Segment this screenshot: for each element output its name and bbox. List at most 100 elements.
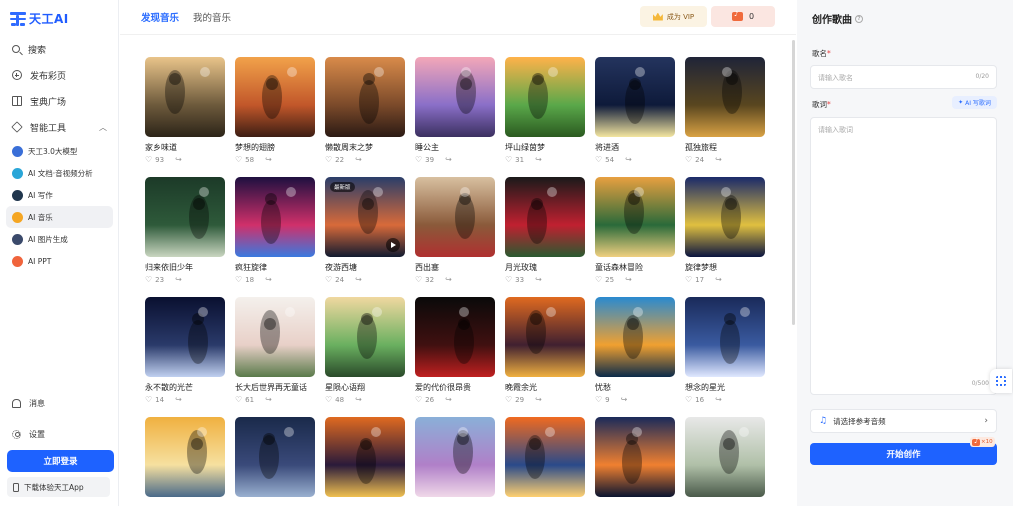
floating-assistant-icon[interactable]: [990, 369, 1012, 393]
song-cover[interactable]: [415, 297, 495, 377]
song-card[interactable]: 永不散的光芒 ♡ 14 ↪: [145, 297, 225, 404]
song-card[interactable]: 想念的星光 ♡ 16 ↪: [685, 297, 765, 404]
song-card[interactable]: 旋律梦想 ♡ 17 ↪: [685, 177, 765, 284]
song-card[interactable]: 西出塞 ♡ 32 ↪: [415, 177, 495, 284]
ai-write-lyrics-button[interactable]: ✦ AI 写歌词: [952, 96, 997, 109]
chevron-up-icon[interactable]: ︿: [99, 122, 107, 133]
login-button[interactable]: 立即登录: [7, 450, 114, 472]
share-icon[interactable]: ↪: [355, 276, 362, 284]
song-cover[interactable]: [595, 57, 675, 137]
heart-icon[interactable]: ♡: [235, 156, 242, 164]
share-icon[interactable]: ↪: [715, 396, 722, 404]
share-icon[interactable]: ↪: [175, 156, 182, 164]
nav-item-messages[interactable]: 消息: [0, 392, 119, 414]
song-cover[interactable]: [325, 57, 405, 137]
song-cover[interactable]: [685, 177, 765, 257]
song-cover[interactable]: [325, 297, 405, 377]
share-icon[interactable]: ↪: [175, 276, 182, 284]
nav-item-plaza[interactable]: 宝典广场: [0, 88, 119, 114]
lyrics-textarea[interactable]: 请输入歌词 0/500: [810, 117, 997, 395]
sub-item-writing[interactable]: AI 写作: [6, 184, 113, 206]
song-cover[interactable]: [595, 297, 675, 377]
heart-icon[interactable]: ♡: [415, 396, 422, 404]
heart-icon[interactable]: ♡: [325, 276, 332, 284]
song-card[interactable]: [235, 417, 315, 502]
nav-item-search[interactable]: 搜索: [0, 36, 119, 62]
share-icon[interactable]: ↪: [535, 276, 542, 284]
song-cover[interactable]: [685, 297, 765, 377]
song-cover[interactable]: [505, 297, 585, 377]
share-icon[interactable]: ↪: [715, 156, 722, 164]
song-card[interactable]: 归来依旧少年 ♡ 23 ↪: [145, 177, 225, 284]
song-card[interactable]: 童话森林冒险 ♡ 25 ↪: [595, 177, 675, 284]
heart-icon[interactable]: ♡: [415, 276, 422, 284]
song-card[interactable]: 月光玫瑰 ♡ 33 ↪: [505, 177, 585, 284]
share-icon[interactable]: ↪: [621, 396, 628, 404]
song-card[interactable]: 忧愁 ♡ 9 ↪: [595, 297, 675, 404]
song-cover[interactable]: [415, 57, 495, 137]
share-icon[interactable]: ↪: [265, 156, 272, 164]
sub-item-model[interactable]: 天工3.0大模型: [6, 140, 113, 162]
share-icon[interactable]: ↪: [625, 276, 632, 284]
share-icon[interactable]: ↪: [445, 156, 452, 164]
song-cover[interactable]: [145, 417, 225, 497]
heart-icon[interactable]: ♡: [145, 276, 152, 284]
heart-icon[interactable]: ♡: [505, 396, 512, 404]
song-card[interactable]: 家乡味道 ♡ 93 ↪: [145, 57, 225, 164]
share-icon[interactable]: ↪: [175, 396, 182, 404]
heart-icon[interactable]: ♡: [685, 276, 692, 284]
song-name-input[interactable]: 请输入歌名 0/20: [810, 65, 997, 89]
song-cover[interactable]: 最新版: [325, 177, 405, 257]
song-card[interactable]: 孤独旅程 ♡ 24 ↪: [685, 57, 765, 164]
sub-item-doc[interactable]: AI 文档·音视频分析: [6, 162, 113, 184]
share-icon[interactable]: ↪: [535, 156, 542, 164]
share-icon[interactable]: ↪: [535, 396, 542, 404]
heart-icon[interactable]: ♡: [235, 396, 242, 404]
tab-my-music[interactable]: 我的音乐: [193, 10, 231, 24]
song-card[interactable]: 星陨心语翔 ♡ 48 ↪: [325, 297, 405, 404]
nav-item-settings[interactable]: 设置: [0, 423, 119, 445]
heart-icon[interactable]: ♡: [595, 156, 602, 164]
share-icon[interactable]: ↪: [445, 276, 452, 284]
song-card[interactable]: [415, 417, 495, 502]
share-icon[interactable]: ↪: [445, 396, 452, 404]
song-cover[interactable]: [685, 417, 765, 497]
song-cover[interactable]: [685, 57, 765, 137]
song-cover[interactable]: [595, 417, 675, 497]
song-cover[interactable]: [145, 177, 225, 257]
song-card[interactable]: 懒散周末之梦 ♡ 22 ↪: [325, 57, 405, 164]
heart-icon[interactable]: ♡: [595, 396, 602, 404]
song-cover[interactable]: [415, 177, 495, 257]
song-card[interactable]: [685, 417, 765, 502]
heart-icon[interactable]: ♡: [685, 396, 692, 404]
song-card[interactable]: 晚霞余光 ♡ 29 ↪: [505, 297, 585, 404]
song-card[interactable]: 睡公主 ♡ 39 ↪: [415, 57, 495, 164]
song-card[interactable]: 最新版 夜游西塘 ♡ 24 ↪: [325, 177, 405, 284]
coins-button[interactable]: 0: [711, 6, 775, 27]
song-card[interactable]: 长大后世界再无童话 ♡ 61 ↪: [235, 297, 315, 404]
heart-icon[interactable]: ♡: [325, 156, 332, 164]
heart-icon[interactable]: ♡: [235, 276, 242, 284]
heart-icon[interactable]: ♡: [595, 276, 602, 284]
nav-item-publish[interactable]: 发布彩页: [0, 62, 119, 88]
help-icon[interactable]: ?: [855, 14, 863, 23]
song-cover[interactable]: [235, 177, 315, 257]
sub-item-image[interactable]: AI 图片生成: [6, 228, 113, 250]
sub-item-ppt[interactable]: AI PPT: [6, 250, 113, 272]
play-icon[interactable]: [386, 238, 400, 252]
song-cover[interactable]: [145, 57, 225, 137]
heart-icon[interactable]: ♡: [145, 396, 152, 404]
song-card[interactable]: 爱的代价很昂贵 ♡ 26 ↪: [415, 297, 495, 404]
song-card[interactable]: 坪山绿茵梦 ♡ 31 ↪: [505, 57, 585, 164]
heart-icon[interactable]: ♡: [685, 156, 692, 164]
share-icon[interactable]: ↪: [355, 396, 362, 404]
share-icon[interactable]: ↪: [265, 276, 272, 284]
song-card[interactable]: 梦想的翅膀 ♡ 58 ↪: [235, 57, 315, 164]
song-card[interactable]: 将进酒 ♡ 54 ↪: [595, 57, 675, 164]
song-cover[interactable]: [505, 57, 585, 137]
share-icon[interactable]: ↪: [715, 276, 722, 284]
heart-icon[interactable]: ♡: [415, 156, 422, 164]
song-cover[interactable]: [235, 297, 315, 377]
heart-icon[interactable]: ♡: [145, 156, 152, 164]
download-app-button[interactable]: 下载体验天工App: [7, 477, 110, 497]
